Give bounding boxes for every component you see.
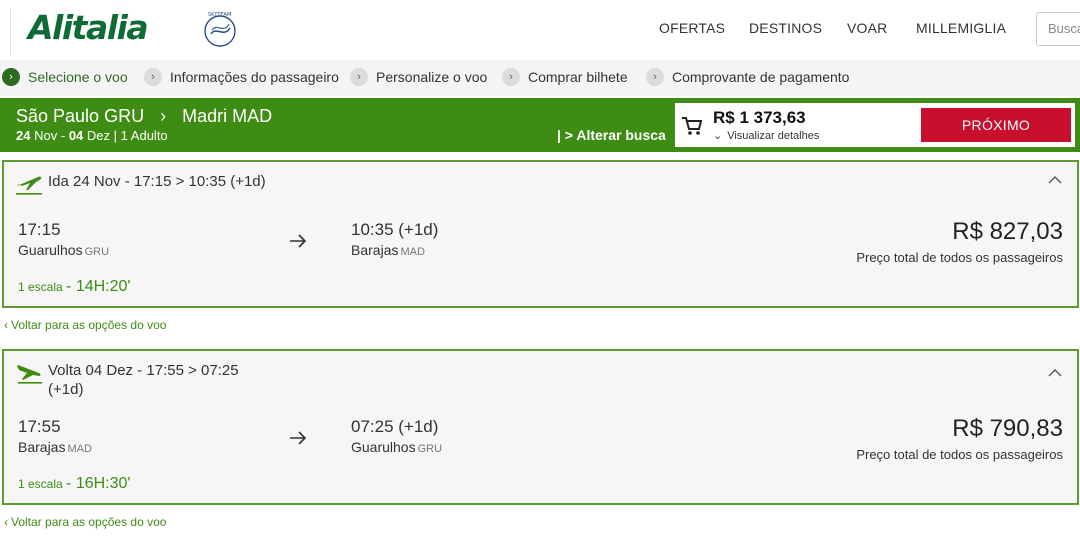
date-separator: - <box>60 128 66 143</box>
chevron-right-icon: › <box>160 106 167 126</box>
airport-code: MAD <box>67 443 92 455</box>
nav-millemiglia[interactable]: MILLEMIGLIA <box>916 20 1006 36</box>
step-label: Informações do passageiro <box>170 69 339 85</box>
arrival-time: 07:25 (+1d) <box>351 417 439 436</box>
change-search-link[interactable]: | > Alterar busca <box>557 127 666 143</box>
nav-ofertas[interactable]: OFERTAS <box>659 20 725 36</box>
booking-progress: › Selecione o voo › Informações do passa… <box>0 60 1080 96</box>
chevron-left-icon: ‹ <box>4 318 8 332</box>
airport-name: Guarulhos <box>351 439 416 455</box>
flight-header: Volta 04 Dez - 17:55 > 07:25 (+1d) <box>14 361 239 399</box>
search-input[interactable]: Busca <box>1036 12 1080 46</box>
step-passenger-info[interactable]: › Informações do passageiro <box>144 67 339 87</box>
airport-name: Barajas <box>18 439 66 455</box>
nav-destinos[interactable]: DESTINOS <box>749 20 822 36</box>
stops-count: 1 escala <box>18 280 63 294</box>
stops-count: 1 escala <box>18 477 63 491</box>
stops-info: 1 escala - 14H:20' <box>18 278 130 296</box>
skyteam-logo-icon: SKYTEAM <box>204 12 236 47</box>
cart-panel: R$ 1 373,63 ⌄ Visualizar detalhes PRÓXIMO <box>675 103 1075 147</box>
departure-airport: Guarulhos GRU <box>18 242 109 258</box>
step-receipt[interactable]: › Comprovante de pagamento <box>646 67 849 87</box>
step-select-flight[interactable]: › Selecione o voo <box>2 67 128 87</box>
passenger-count: 1 Adulto <box>120 128 168 143</box>
price-note: Preço total de todos os passageiros <box>856 447 1063 462</box>
back-to-options-link[interactable]: ‹ Voltar para as opções do voo <box>4 515 166 529</box>
back-link-label: Voltar para as opções do voo <box>11 515 167 529</box>
chevron-right-icon: › <box>646 68 664 86</box>
top-header: Alitalia SKYTEAM OFERTAS DESTINOS VOAR M… <box>0 0 1080 60</box>
shopping-cart-icon[interactable] <box>681 116 703 136</box>
return-month: Dez <box>86 128 111 143</box>
chevron-left-icon: ‹ <box>4 515 8 529</box>
flight-title-line2: (+1d) <box>48 381 84 398</box>
flight-title-line1: Volta 04 Dez - 17:55 > 07:25 <box>48 362 239 379</box>
view-details-label: Visualizar detalhes <box>727 130 820 142</box>
depart-month: Nov <box>34 128 58 143</box>
outbound-flight-card[interactable]: Ida 24 Nov - 17:15 > 10:35 (+1d) 17:15 G… <box>2 160 1079 308</box>
step-label: Personalize o voo <box>376 69 488 85</box>
trip-summary-bar: São Paulo GRU › Madri MAD 24 Nov - 04 Dez … <box>0 98 1080 152</box>
chevron-right-icon: › <box>502 68 520 86</box>
destination-city: Madri MAD <box>182 106 273 126</box>
flight-duration: - 16H:30' <box>66 475 131 492</box>
total-price: R$ 1 373,63 <box>713 108 806 127</box>
chevron-down-icon: ⌄ <box>713 130 723 142</box>
pipe-separator: | <box>113 128 118 143</box>
arrival-time: 10:35 (+1d) <box>351 220 439 239</box>
airport-code: GRU <box>84 246 110 258</box>
step-label: Selecione o voo <box>28 69 128 85</box>
departure-time: 17:55 <box>18 417 61 436</box>
airport-code: MAD <box>400 246 425 258</box>
chevron-up-icon[interactable] <box>1047 367 1063 379</box>
route-title: São Paulo GRU › Madri MAD <box>16 106 272 127</box>
departure-time: 17:15 <box>18 220 61 239</box>
airplane-landing-icon <box>17 365 42 384</box>
arrival-airport: Barajas MAD <box>351 242 425 258</box>
stops-info: 1 escala - 16H:30' <box>18 475 130 493</box>
return-day: 04 <box>68 128 84 143</box>
airport-name: Barajas <box>351 242 399 258</box>
chevron-right-icon: › <box>144 68 162 86</box>
arrow-right-icon <box>290 234 307 248</box>
step-customize[interactable]: › Personalize o voo <box>350 67 487 87</box>
step-purchase[interactable]: › Comprar bilhete <box>502 67 628 87</box>
departure-airport: Barajas MAD <box>18 439 92 455</box>
step-label: Comprovante de pagamento <box>672 69 850 85</box>
alitalia-logo[interactable]: Alitalia <box>28 7 149 47</box>
next-button[interactable]: PRÓXIMO <box>921 108 1071 142</box>
chevron-up-icon[interactable] <box>1047 174 1063 186</box>
airport-code: GRU <box>417 443 443 455</box>
price-note: Preço total de todos os passageiros <box>856 250 1063 265</box>
airplane-takeoff-icon <box>16 176 42 195</box>
step-check-icon: › <box>2 68 20 86</box>
flight-duration: - 14H:20' <box>66 278 131 295</box>
view-details-link[interactable]: ⌄ Visualizar detalhes <box>713 129 819 142</box>
return-flight-card[interactable]: Volta 04 Dez - 17:55 > 07:25 (+1d) 17:55… <box>2 349 1079 505</box>
flight-price: R$ 827,03 <box>952 218 1063 245</box>
origin-city: São Paulo GRU <box>16 106 145 126</box>
header-divider <box>10 8 11 56</box>
logo-text: Alitalia <box>28 7 149 47</box>
flight-title: Volta 04 Dez - 17:55 > 07:25 (+1d) <box>48 361 239 399</box>
arrival-airport: Guarulhos GRU <box>351 439 442 455</box>
back-link-label: Voltar para as opções do voo <box>11 318 167 332</box>
step-label: Comprar bilhete <box>528 69 628 85</box>
chevron-right-icon: › <box>350 68 368 86</box>
back-to-options-link[interactable]: ‹ Voltar para as opções do voo <box>4 318 166 332</box>
flight-title: Ida 24 Nov - 17:15 > 10:35 (+1d) <box>48 173 266 190</box>
flight-header: Ida 24 Nov - 17:15 > 10:35 (+1d) <box>14 172 266 196</box>
depart-day: 24 <box>16 128 31 143</box>
arrow-right-icon <box>290 431 307 445</box>
airport-name: Guarulhos <box>18 242 83 258</box>
flight-price: R$ 790,83 <box>952 415 1063 442</box>
nav-voar[interactable]: VOAR <box>847 20 887 36</box>
svg-text:SKYTEAM: SKYTEAM <box>208 12 231 18</box>
trip-dates: 24 Nov - 04 Dez | 1 Adulto <box>16 128 168 143</box>
